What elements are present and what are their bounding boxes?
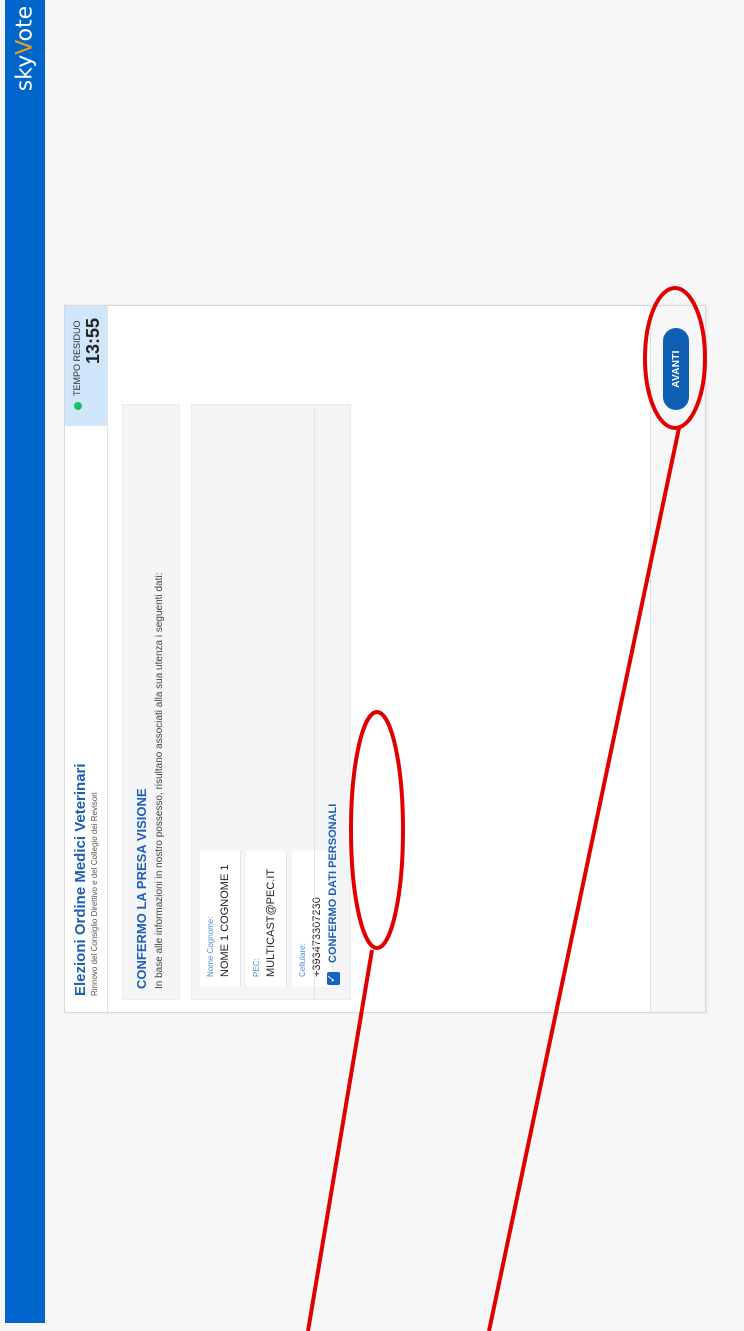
checkmark-icon: ✓ — [326, 973, 338, 983]
name-field: Nome Cognome: NOME 1 COGNOME 1 — [200, 851, 241, 987]
card-footer: AVANTI — [650, 306, 705, 1012]
confirm-data-label[interactable]: CONFERMO DATI PERSONALI — [327, 804, 339, 963]
notice-text: In base alle informazioni in nostro poss… — [154, 572, 165, 989]
confirm-data-row[interactable]: ✓ CONFERMO DATI PERSONALI — [314, 405, 351, 999]
field-label: Nome Cognome: — [206, 916, 215, 977]
page-title: Elezioni Ordine Medici Veterinari — [72, 763, 89, 996]
remaining-time-label: TEMPO RESIDUO — [72, 320, 82, 396]
field-label: PEC: — [252, 958, 261, 977]
personal-data-form: Nome Cognome: NOME 1 COGNOME 1 PEC: MULT… — [191, 404, 351, 1000]
confirmation-notice: CONFERMO LA PRESA VISIONE In base alle i… — [122, 404, 180, 1000]
pec-field: PEC: MULTICAST@PEC.IT — [246, 851, 287, 987]
voting-card: Elezioni Ordine Medici Veterinari Rinnov… — [64, 305, 706, 1013]
field-value: MULTICAST@PEC.IT — [265, 868, 277, 977]
card-header: Elezioni Ordine Medici Veterinari Rinnov… — [65, 306, 108, 1012]
field-value: NOME 1 COGNOME 1 — [219, 864, 231, 977]
remaining-time-panel: TEMPO RESIDUO 13:55 — [65, 306, 107, 426]
confirm-data-checkbox[interactable]: ✓ — [326, 972, 340, 985]
status-dot-icon — [74, 402, 82, 410]
notice-heading: CONFERMO LA PRESA VISIONE — [134, 788, 149, 989]
field-label: Cellulare: — [298, 943, 307, 977]
page-subtitle: Rinnovo del Consiglio Direttivo e del Co… — [90, 792, 99, 996]
next-button[interactable]: AVANTI — [663, 328, 689, 410]
skyvote-logo: skyVote — [12, 5, 38, 92]
remaining-time-value: 13:55 — [83, 318, 103, 365]
sidebar: skyVote — [5, 0, 45, 1323]
